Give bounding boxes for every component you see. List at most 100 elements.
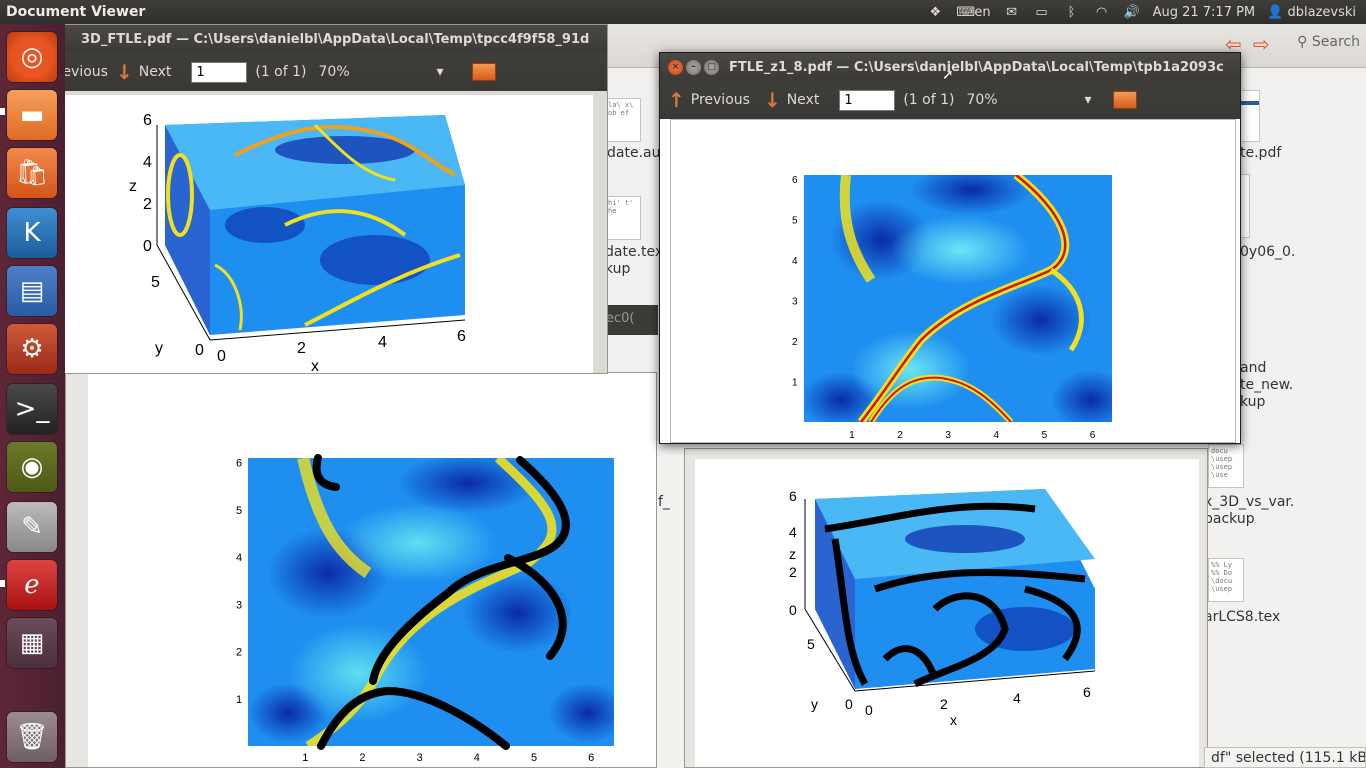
user-icon: 👤 <box>1267 4 1284 20</box>
y-tick-label: 0 <box>195 342 204 359</box>
x-tick-label: 2 <box>359 752 365 764</box>
y-tick-label: 4 <box>792 256 798 267</box>
y-tick-label: 1 <box>236 694 242 706</box>
next-button[interactable]: Next <box>139 64 172 80</box>
x-tick-label: 6 <box>457 328 466 345</box>
x-tick-label: 2 <box>940 696 948 712</box>
running-indicator <box>0 580 5 587</box>
y-tick-label: 5 <box>236 505 242 517</box>
x-tick-label: 4 <box>378 334 387 351</box>
zoom-select[interactable]: 70% ▾ <box>966 92 1091 108</box>
file-label[interactable]: arLCS8.tex <box>1204 609 1280 626</box>
file-thumbnail[interactable]: la\ x\ ob ef <box>605 98 641 142</box>
z-tick-label: 2 <box>789 564 797 580</box>
file-label[interactable]: te.pdf <box>1240 145 1281 162</box>
file-thumbnail[interactable]: hi' t' he <box>605 196 641 240</box>
y-axis-label: y <box>811 696 818 712</box>
page-count: (1 of 1) <box>903 92 955 108</box>
open-folder-icon[interactable] <box>1113 91 1138 109</box>
system-tray: ❖ ⌨en ✉ ▭ ᛒ ◠ 🔊 Aug 21 7:17 PM 👤 dblazev… <box>926 5 1366 20</box>
window-title: FTLE_z1_8.pdf — C:\Users\danielbl\AppDat… <box>729 59 1224 75</box>
user-menu[interactable]: 👤 dblazevski <box>1267 5 1356 20</box>
file-label[interactable]: 0y06_0. <box>1240 244 1295 261</box>
settings-icon[interactable]: ⚙ <box>7 324 57 374</box>
forward-arrow-icon[interactable]: ⇨ <box>1253 32 1270 56</box>
keyboard-indicator[interactable]: ⌨en <box>956 5 990 20</box>
keyboard-icon: ⌨ <box>956 4 976 20</box>
pdf-page[interactable]: 6 4 2 0 z 5 0 y 0 2 4 6 x <box>695 459 1199 767</box>
y-tick-label: 1 <box>792 378 798 389</box>
file-thumbnail[interactable] <box>1240 174 1250 238</box>
page-number-input[interactable] <box>191 61 248 83</box>
files-icon[interactable]: ▬ <box>7 90 57 140</box>
arrow-down-icon[interactable]: ↓ <box>116 60 133 84</box>
kile-icon[interactable]: K <box>7 208 57 258</box>
file-label[interactable]: and te_new. kup <box>1240 360 1293 411</box>
document-window-ftle-z1: × – □ FTLE_z1_8.pdf — C:\Users\danielbl\… <box>659 52 1241 444</box>
document-window-2d-lcs: 1 2 3 4 5 6 1 2 3 4 5 6 <box>65 372 657 768</box>
text-editor-icon[interactable]: ✎ <box>7 502 57 552</box>
zoom-select[interactable]: 70% ▾ <box>319 64 444 80</box>
bluetooth-icon[interactable]: ᛒ <box>1063 5 1081 20</box>
x-tick-label: 5 <box>1042 430 1048 441</box>
pdf-thumbnail[interactable] <box>1240 90 1260 142</box>
workspace-switcher-icon[interactable]: ▦ <box>7 618 57 668</box>
chrome-icon[interactable]: ◉ <box>7 442 57 492</box>
close-icon[interactable]: × <box>668 59 683 75</box>
arrow-down-icon[interactable]: ↓ <box>764 88 781 112</box>
previous-button[interactable]: Previous <box>691 92 750 108</box>
y-tick-labels: 1 2 3 4 5 6 <box>792 175 798 388</box>
ftle-low-region <box>320 235 430 285</box>
next-button[interactable]: Next <box>787 92 820 108</box>
x-tick-label: 3 <box>945 430 951 441</box>
ftle-mid-region <box>851 330 971 410</box>
window-titlebar[interactable]: 3D_FTLE.pdf — C:\Users\danielbl\AppData\… <box>49 25 607 53</box>
y-tick-label: 3 <box>236 599 242 611</box>
ftle-low-region <box>905 525 1025 553</box>
z-tick-label: 4 <box>789 524 797 540</box>
dash-icon[interactable]: ◎ <box>7 32 57 82</box>
file-thumbnail[interactable]: docu \usep \usep \use <box>1208 444 1244 488</box>
page-number-input[interactable] <box>839 89 896 111</box>
arrow-up-icon[interactable]: ↑ <box>668 88 685 112</box>
x-tick-label: 6 <box>1090 430 1096 441</box>
file-thumbnail[interactable]: %% Ly %% Do \docu \usep <box>1208 558 1244 602</box>
app-menu-title[interactable]: Document Viewer <box>0 4 145 20</box>
x-tick-label: 1 <box>302 752 308 764</box>
minimize-icon[interactable]: – <box>686 59 701 75</box>
ftle-low-region <box>225 207 305 243</box>
top-panel: Document Viewer ❖ ⌨en ✉ ▭ ᛒ ◠ 🔊 Aug 21 7… <box>0 0 1366 24</box>
ftle-plot-z1: 1 2 3 4 5 6 1 2 3 4 5 6 <box>792 175 1112 441</box>
pdf-page[interactable]: 1 2 3 4 5 6 1 2 3 4 5 6 <box>670 119 1236 443</box>
file-label[interactable]: x_3D_vs_var. backup <box>1204 494 1294 528</box>
x-tick-label: 2 <box>297 340 306 357</box>
y-tick-label: 3 <box>792 297 798 308</box>
x-tick-label: 0 <box>865 702 873 718</box>
y-tick-label: 4 <box>236 552 242 564</box>
maximize-icon[interactable]: □ <box>704 59 719 75</box>
ftle-mid-region <box>891 215 1031 285</box>
dropbox-icon[interactable]: ❖ <box>926 5 944 20</box>
trash-icon[interactable]: 🗑 <box>7 712 57 762</box>
terminal-icon[interactable]: >_ <box>7 384 57 434</box>
ftle-plot-3d: 6 4 2 0 z 5 0 y 0 2 4 6 x <box>129 112 466 373</box>
writer-icon[interactable]: ▤ <box>7 266 57 316</box>
document-viewer-icon[interactable]: ℯ <box>7 560 57 610</box>
search-button[interactable]: ⚲ Search <box>1297 34 1360 50</box>
volume-icon[interactable]: 🔊 <box>1123 5 1141 20</box>
file-label[interactable]: date.tex kup <box>605 244 663 278</box>
launcher: ◎ ▬ 🛍 K ▤ ⚙ >_ ◉ ✎ ℯ ▦ 🗑 <box>0 24 65 768</box>
viewer-toolbar: ↑ Previous ↓ Next (1 of 1) 70%▾ <box>660 81 1240 119</box>
file-label[interactable]: f_ <box>658 494 670 511</box>
battery-icon[interactable]: ▭ <box>1033 5 1051 20</box>
open-folder-icon[interactable] <box>471 63 496 81</box>
z-tick-label: 0 <box>789 602 797 618</box>
pdf-page[interactable]: 1 2 3 4 5 6 1 2 3 4 5 6 <box>88 373 656 767</box>
clock[interactable]: Aug 21 7:17 PM <box>1153 5 1256 20</box>
y-tick-labels: 1 2 3 4 5 6 <box>236 458 242 706</box>
pdf-page[interactable]: 6 4 2 0 z 5 0 y 0 2 4 6 x <box>65 95 593 373</box>
running-indicator <box>0 108 5 115</box>
software-center-icon[interactable]: 🛍 <box>7 148 57 198</box>
wifi-icon[interactable]: ◠ <box>1093 5 1111 20</box>
mail-icon[interactable]: ✉ <box>1003 5 1021 20</box>
